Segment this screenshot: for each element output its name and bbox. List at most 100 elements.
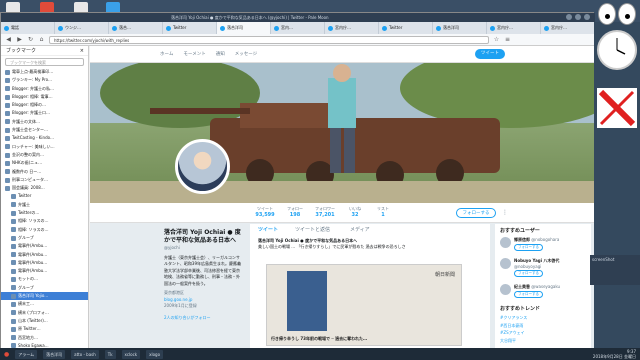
bookmark-star-icon[interactable]: ☆ xyxy=(493,36,500,43)
stat-following[interactable]: フォロー 198 xyxy=(280,206,310,218)
browser-tab[interactable]: 宮内庁… xyxy=(325,22,379,34)
follow-user-button[interactable]: フォローする xyxy=(514,244,543,251)
url-bar[interactable]: https://twitter.com/yjochi/with_replies xyxy=(49,35,489,44)
bookmark-item[interactable]: 山本 (Twitter)… xyxy=(1,317,88,325)
browser-tab[interactable]: 宮内… xyxy=(271,22,325,34)
bookmark-item[interactable]: 電車上点·最高検事印… xyxy=(1,68,88,76)
follow-user-button[interactable]: フォローする xyxy=(514,270,543,277)
bookmark-item[interactable]: グループ xyxy=(1,234,88,242)
browser-tab[interactable]: 電話 xyxy=(1,22,55,34)
bookmark-item[interactable]: 落合洋司 Yojio… xyxy=(1,292,88,301)
bookmark-item[interactable]: TwitCasting - Kindo… xyxy=(1,134,88,142)
bookmark-item[interactable]: 西宮地方… xyxy=(1,334,88,342)
taskbar: ● アラーム 落合洋司 atto - bash Tk xclock xlogo … xyxy=(0,348,640,360)
bookmark-item[interactable]: Blogger: 弁護士ロ… xyxy=(1,109,88,117)
close-sidebar-icon[interactable]: × xyxy=(80,46,84,55)
bookmark-item[interactable]: 複数件の 日ー… xyxy=(1,168,88,176)
bookmark-search-input[interactable]: ブックマークを検索 xyxy=(5,58,84,66)
trend-item[interactable]: #クリアランス xyxy=(500,315,586,321)
user-name[interactable]: 郷原信郎 xyxy=(514,237,530,242)
close-icon[interactable] xyxy=(584,14,590,20)
tweet[interactable]: 落合洋司 Yoji Ochiai ● 度かで平和な気品ある日本へ 美しい国土の戦… xyxy=(258,238,486,250)
taskbar-item[interactable]: アラーム xyxy=(15,349,38,359)
browser-tab[interactable]: Twitter xyxy=(379,22,433,34)
avatar[interactable] xyxy=(500,237,511,248)
browser-tab-active[interactable]: 落合洋司 xyxy=(217,22,271,34)
bookmark-item[interactable]: 弁護士 xyxy=(1,201,88,209)
bookmark-item[interactable]: 原 Twitter… xyxy=(1,325,88,333)
bookmark-item[interactable]: 電事件(Ambu… xyxy=(1,259,88,267)
bookmark-item[interactable]: ヴランキー: My Pro… xyxy=(1,76,88,84)
browser-tab[interactable]: 宮内庁… xyxy=(541,22,595,34)
bookmark-item[interactable]: モットの… xyxy=(1,275,88,283)
follow-user-button[interactable]: フォローする xyxy=(514,291,543,298)
menu-icon[interactable]: ≡ xyxy=(504,36,511,43)
nav-messages[interactable]: メッセージ xyxy=(235,51,257,57)
taskbar-item[interactable]: atto - bash xyxy=(71,349,99,359)
bookmark-item[interactable]: Twitterの… xyxy=(1,209,88,217)
bookmark-item[interactable]: 横末 (プロフォ… xyxy=(1,309,88,317)
maximize-icon[interactable] xyxy=(575,14,581,20)
bookmark-item[interactable]: グループ xyxy=(1,284,88,292)
user-name[interactable]: Nobuyo Yagi 八木啓代 xyxy=(514,258,559,263)
bookmark-item[interactable]: 弁護士会センター… xyxy=(1,126,88,134)
taskbar-item[interactable]: xlogo xyxy=(146,349,164,359)
bookmark-item[interactable]: Blogger: 弁護士の私… xyxy=(1,85,88,93)
minimize-icon[interactable] xyxy=(566,14,572,20)
tweet-button[interactable]: ツイート xyxy=(475,49,505,59)
start-menu-icon[interactable]: ● xyxy=(4,351,9,358)
forward-icon[interactable]: ▶ xyxy=(16,36,23,43)
nav-home[interactable]: ホーム xyxy=(160,51,173,57)
taskbar-item[interactable]: xclock xyxy=(121,349,141,359)
tab-label: 電話 xyxy=(11,25,19,30)
stat-likes[interactable]: いいね 32 xyxy=(340,206,370,218)
bookmark-item[interactable]: 横末工… xyxy=(1,300,88,308)
browser-tab[interactable]: 落合洋司 xyxy=(433,22,487,34)
trend-item[interactable]: #西日本豪雨 xyxy=(500,323,586,329)
tweet-image[interactable]: 朝日新聞 行き帰り辛うし 73年前の戦場で ─ 過去に奪われた… xyxy=(266,264,462,346)
bookmark-item[interactable]: Twitter xyxy=(1,192,88,200)
bookmark-item[interactable]: 刑事コンピュータ… xyxy=(1,176,88,184)
bookmark-item[interactable]: ロッチャー: 美味しい… xyxy=(1,143,88,151)
bookmark-item[interactable]: NHKの歯(ニュ… xyxy=(1,159,88,167)
tab-tweets[interactable]: ツイート xyxy=(258,226,278,233)
trend-item[interactable]: 大谷翔平 xyxy=(500,338,586,344)
stat-lists[interactable]: リスト 1 xyxy=(368,206,398,218)
bookmark-item[interactable]: 相棒: ソラスの… xyxy=(1,226,88,234)
followers-you-know[interactable]: 2人の知り合いがフォロー xyxy=(164,315,242,322)
browser-tab[interactable]: ウンジ… xyxy=(55,22,109,34)
taskbar-clock[interactable]: 9:37 2018年9月28日 金曜日 xyxy=(593,349,636,359)
avatar[interactable] xyxy=(500,284,511,295)
nav-notifications[interactable]: 通知 xyxy=(216,51,225,57)
bookmark-item[interactable]: 電事件(Ambu… xyxy=(1,242,88,250)
profile-avatar[interactable] xyxy=(175,139,230,194)
screenshot-window[interactable]: screenShot xyxy=(590,255,640,285)
browser-tab[interactable]: 落合… xyxy=(109,22,163,34)
home-icon[interactable]: ⌂ xyxy=(38,36,45,43)
bookmark-item[interactable]: Blogger: 相棒: 電事… xyxy=(1,93,88,101)
tab-tweets-replies[interactable]: ツイートと返信 xyxy=(295,226,330,233)
avatar[interactable] xyxy=(500,258,511,269)
more-options-icon[interactable]: ⋮ xyxy=(502,209,508,216)
bookmark-item[interactable]: 金沢の整の案内… xyxy=(1,151,88,159)
browser-tab[interactable]: Twitter xyxy=(163,22,217,34)
bookmark-item[interactable]: 電事件(Ambu… xyxy=(1,251,88,259)
stat-followers[interactable]: フォロワー 37,201 xyxy=(310,206,340,218)
bookmark-item[interactable]: 国会議員: 2008… xyxy=(1,184,88,192)
bookmark-item[interactable]: 弁護士の文体… xyxy=(1,118,88,126)
nav-moments[interactable]: モーメント xyxy=(183,51,205,57)
profile-handle[interactable]: @yjochi xyxy=(164,245,242,252)
user-name[interactable]: 紀土美香 xyxy=(514,284,530,289)
browser-tab[interactable]: 宮内庁… xyxy=(487,22,541,34)
reload-icon[interactable]: ↻ xyxy=(27,36,34,43)
stat-tweets[interactable]: ツイート 93,599 xyxy=(250,206,280,218)
back-icon[interactable]: ◀ xyxy=(5,36,12,43)
taskbar-item[interactable]: Tk xyxy=(104,349,116,359)
follow-button[interactable]: フォローする xyxy=(456,208,496,218)
bookmark-item[interactable]: 電事件(Ambu… xyxy=(1,267,88,275)
trend-item[interactable]: #ZSアウェイ xyxy=(500,330,586,336)
bookmark-item[interactable]: Blogger: 相棒の… xyxy=(1,101,88,109)
bookmark-item[interactable]: 相棒: ソラスの… xyxy=(1,217,88,225)
taskbar-item[interactable]: 落合洋司 xyxy=(43,349,66,359)
tab-media[interactable]: メディア xyxy=(350,226,370,233)
